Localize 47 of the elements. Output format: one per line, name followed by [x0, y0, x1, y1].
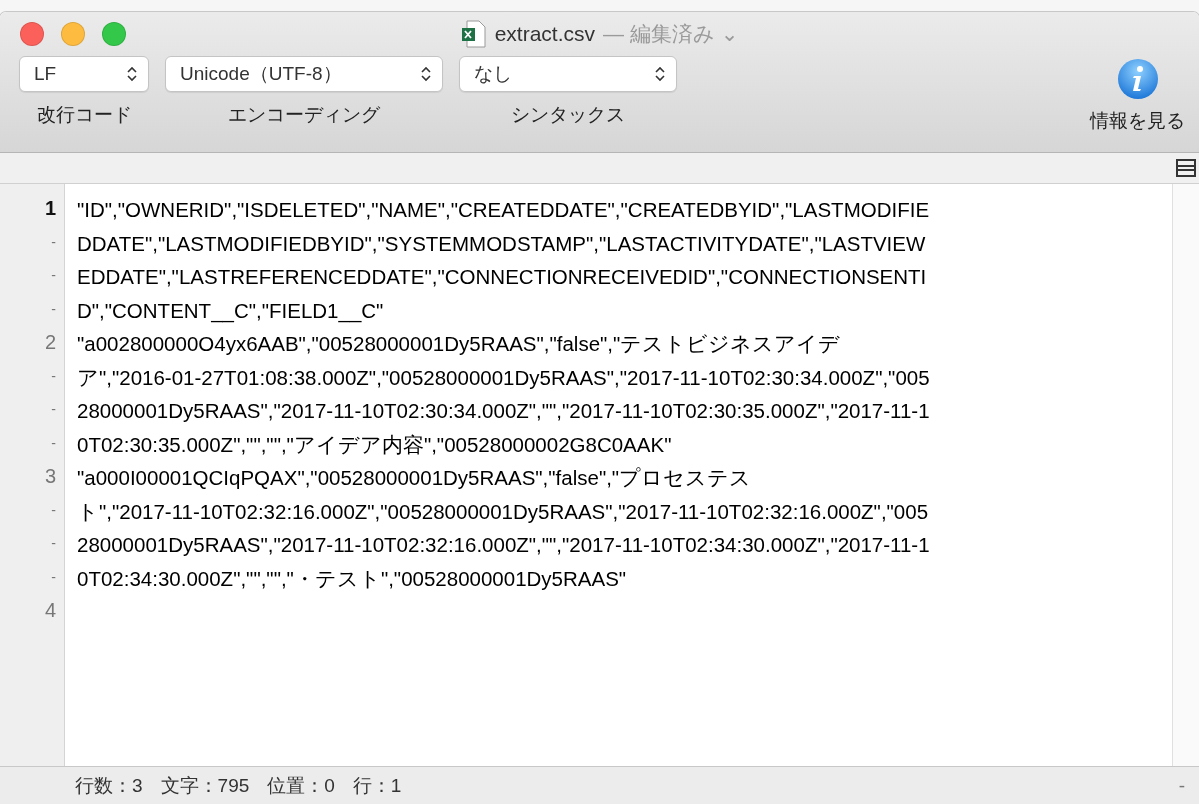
- line-number: 1: [44, 197, 56, 219]
- line-number: 2: [44, 331, 56, 353]
- line-number: -: [51, 267, 56, 283]
- up-down-chevron-icon: [654, 65, 666, 83]
- info-icon[interactable]: [1116, 58, 1159, 100]
- code-line: 0T02:34:30.000Z","","","・テスト","00528000001Dy5RAAS": [77, 566, 627, 590]
- status-item: 文字：795: [160, 773, 250, 798]
- window-title: extract.csv: [494, 22, 596, 46]
- code-line: 0T02:30:35.000Z","","","アイデア内容","00528000002G8C0AAK": [77, 432, 672, 456]
- popup-menu[interactable]: LF: [19, 56, 149, 92]
- status-item: 位置：0: [267, 773, 335, 798]
- line-number: -: [51, 535, 56, 551]
- status-item: 行数：3: [75, 773, 143, 798]
- line-number: -: [51, 367, 56, 384]
- toolbar-label: シンタックス: [511, 103, 625, 127]
- line-number: -: [51, 434, 56, 451]
- popup-menu[interactable]: なし: [459, 56, 677, 92]
- up-down-chevron-icon: [420, 65, 432, 83]
- line-number: -: [51, 233, 56, 250]
- code-line: 28000001Dy5RAAS","2017-11-10T02:32:16.000Z","","2017-11-10T02:34:30.000Z","2017-11-1: [77, 533, 930, 556]
- code-line: "a000I00001QCIqPQAX","00528000001Dy5RAAS","false","プロセステス: [77, 466, 752, 489]
- line-number: 4: [44, 599, 56, 621]
- status-indicator: -: [1178, 774, 1185, 797]
- code-line: "a002800000O4yx6AAB","00528000001Dy5RAAS","false","テストビジネスアイデ: [77, 332, 841, 355]
- code-line: ト","2017-11-10T02:32:16.000Z","00528000001Dy5RAAS","2017-11-10T02:32:16.000Z","005: [77, 499, 929, 523]
- line-number: -: [51, 300, 56, 317]
- code-line: 28000001Dy5RAAS","2017-11-10T02:30:34.000Z","","2017-11-10T02:30:35.000Z","2017-11-1: [77, 399, 930, 422]
- close-button[interactable]: [20, 22, 44, 46]
- line-number: 3: [44, 465, 56, 487]
- popup-menu[interactable]: Unicode（UTF-8）: [165, 56, 443, 92]
- status-item: 行：1: [352, 773, 402, 798]
- toolbar-label: 改行コード: [36, 103, 132, 127]
- code-line: ア","2016-01-27T01:08:38.000Z","00528000001Dy5RAAS","2017-11-10T02:30:34.000Z","005: [77, 365, 930, 389]
- spreadsheet-file-icon: [460, 20, 487, 48]
- code-line: EDDATE","LASTREFERENCEDDATE","CONNECTIONRECEIVEDID","CONNECTIONSENTI: [77, 265, 927, 288]
- line-number: -: [51, 401, 56, 417]
- toolbar-label: 情報を見る: [1090, 109, 1185, 133]
- minimize-button[interactable]: [61, 22, 85, 46]
- split-view-icon[interactable]: [1176, 159, 1196, 177]
- zoom-button[interactable]: [102, 22, 126, 46]
- line-number: -: [51, 501, 56, 518]
- line-number: -: [51, 568, 56, 585]
- up-down-chevron-icon: [126, 65, 138, 83]
- code-line: DDATE","LASTMODIFIEDBYID","SYSTEMMODSTAMP","LASTACTIVITYDATE","LASTVIEW: [77, 231, 926, 255]
- toolbar-label: エンコーディング: [228, 103, 380, 127]
- code-line: "ID","OWNERID","ISDELETED","NAME","CREATEDDATE","CREATEDBYID","LASTMODIFIE: [77, 198, 930, 221]
- code-line: D","CONTENT__C","FIELD1__C": [77, 298, 384, 322]
